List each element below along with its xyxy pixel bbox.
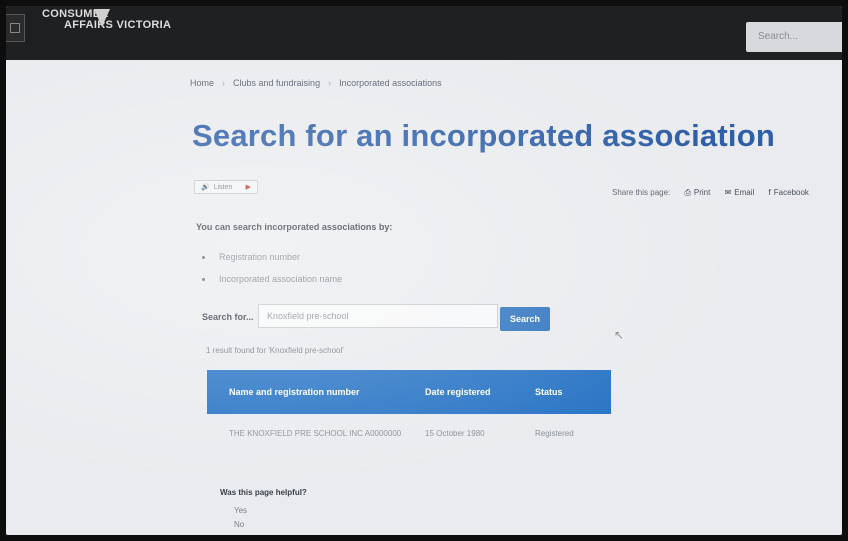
feedback-question: Was this page helpful? bbox=[220, 488, 307, 497]
table-header: Name and registration number Date regist… bbox=[207, 370, 611, 414]
print-label: Print bbox=[693, 188, 711, 197]
list-item: Registration number bbox=[202, 246, 342, 268]
share-label: Share this page: bbox=[612, 188, 671, 197]
breadcrumb-current: Incorporated associations bbox=[339, 78, 442, 88]
cell-status: Registered bbox=[535, 429, 574, 438]
facebook-label: Facebook bbox=[773, 188, 809, 197]
breadcrumb-separator: › bbox=[328, 78, 332, 88]
result-count: 1 result found for 'Knoxfield pre-school… bbox=[206, 346, 344, 355]
mouse-pointer-icon: ↖ bbox=[614, 328, 625, 342]
list-item-label: Registration number bbox=[219, 252, 301, 262]
column-header-status: Status bbox=[535, 387, 563, 397]
list-item-label: Incorporated association name bbox=[219, 274, 343, 284]
header-search-input[interactable]: Search... bbox=[746, 22, 842, 52]
monitor-screen: CONSUMER AFFAIRS VICTORIA Search... Home… bbox=[6, 6, 842, 535]
facebook-link[interactable]: f Facebook bbox=[769, 188, 809, 197]
column-header-date: Date registered bbox=[425, 387, 491, 397]
search-options-list: Registration number Incorporated associa… bbox=[202, 246, 342, 290]
site-header: CONSUMER AFFAIRS VICTORIA Search... bbox=[6, 6, 842, 60]
breadcrumb-clubs[interactable]: Clubs and fundraising bbox=[233, 78, 320, 88]
results-table: Name and registration number Date regist… bbox=[207, 370, 611, 439]
menu-icon bbox=[10, 23, 20, 33]
column-header-name: Name and registration number bbox=[229, 387, 360, 397]
email-link[interactable]: ✉ Email bbox=[725, 188, 755, 197]
victoria-state-mark-icon bbox=[94, 9, 110, 27]
cell-name[interactable]: THE KNOXFIELD PRE SCHOOL INC A0000000 bbox=[207, 428, 403, 439]
listen-button[interactable]: 🔊 Listen ▶ bbox=[194, 180, 258, 194]
search-button[interactable]: Search bbox=[500, 307, 550, 331]
speaker-icon: 🔊 bbox=[201, 184, 210, 191]
menu-button[interactable] bbox=[6, 14, 25, 42]
email-label: Email bbox=[734, 188, 755, 197]
table-row[interactable]: THE KNOXFIELD PRE SCHOOL INC A0000000 15… bbox=[207, 414, 611, 439]
feedback-no-option[interactable]: No bbox=[234, 520, 244, 529]
search-label: Search for... bbox=[202, 312, 254, 322]
page-title: Search for an incorporated association bbox=[192, 118, 775, 153]
bullet bbox=[202, 277, 205, 281]
list-item: Incorporated association name bbox=[202, 268, 342, 290]
breadcrumb-home[interactable]: Home bbox=[190, 78, 214, 88]
cell-date: 15 October 1980 bbox=[425, 429, 485, 438]
search-intro-text: You can search incorporated associations… bbox=[196, 222, 393, 232]
breadcrumb-separator: › bbox=[222, 78, 226, 88]
print-link[interactable]: ⎙ Print bbox=[685, 188, 711, 197]
share-bar: Share this page: ⎙ Print ✉ Email f Facebook bbox=[612, 188, 809, 198]
facebook-icon: f bbox=[768, 188, 771, 197]
feedback-yes-option[interactable]: Yes bbox=[234, 506, 247, 515]
association-search-input[interactable] bbox=[258, 304, 498, 328]
breadcrumb: Home › Clubs and fundraising › Incorporated … bbox=[190, 78, 442, 88]
email-icon: ✉ bbox=[724, 188, 732, 197]
play-icon: ▶ bbox=[245, 184, 251, 191]
print-icon: ⎙ bbox=[684, 188, 691, 197]
bullet bbox=[202, 255, 205, 259]
listen-label: Listen bbox=[213, 183, 233, 191]
